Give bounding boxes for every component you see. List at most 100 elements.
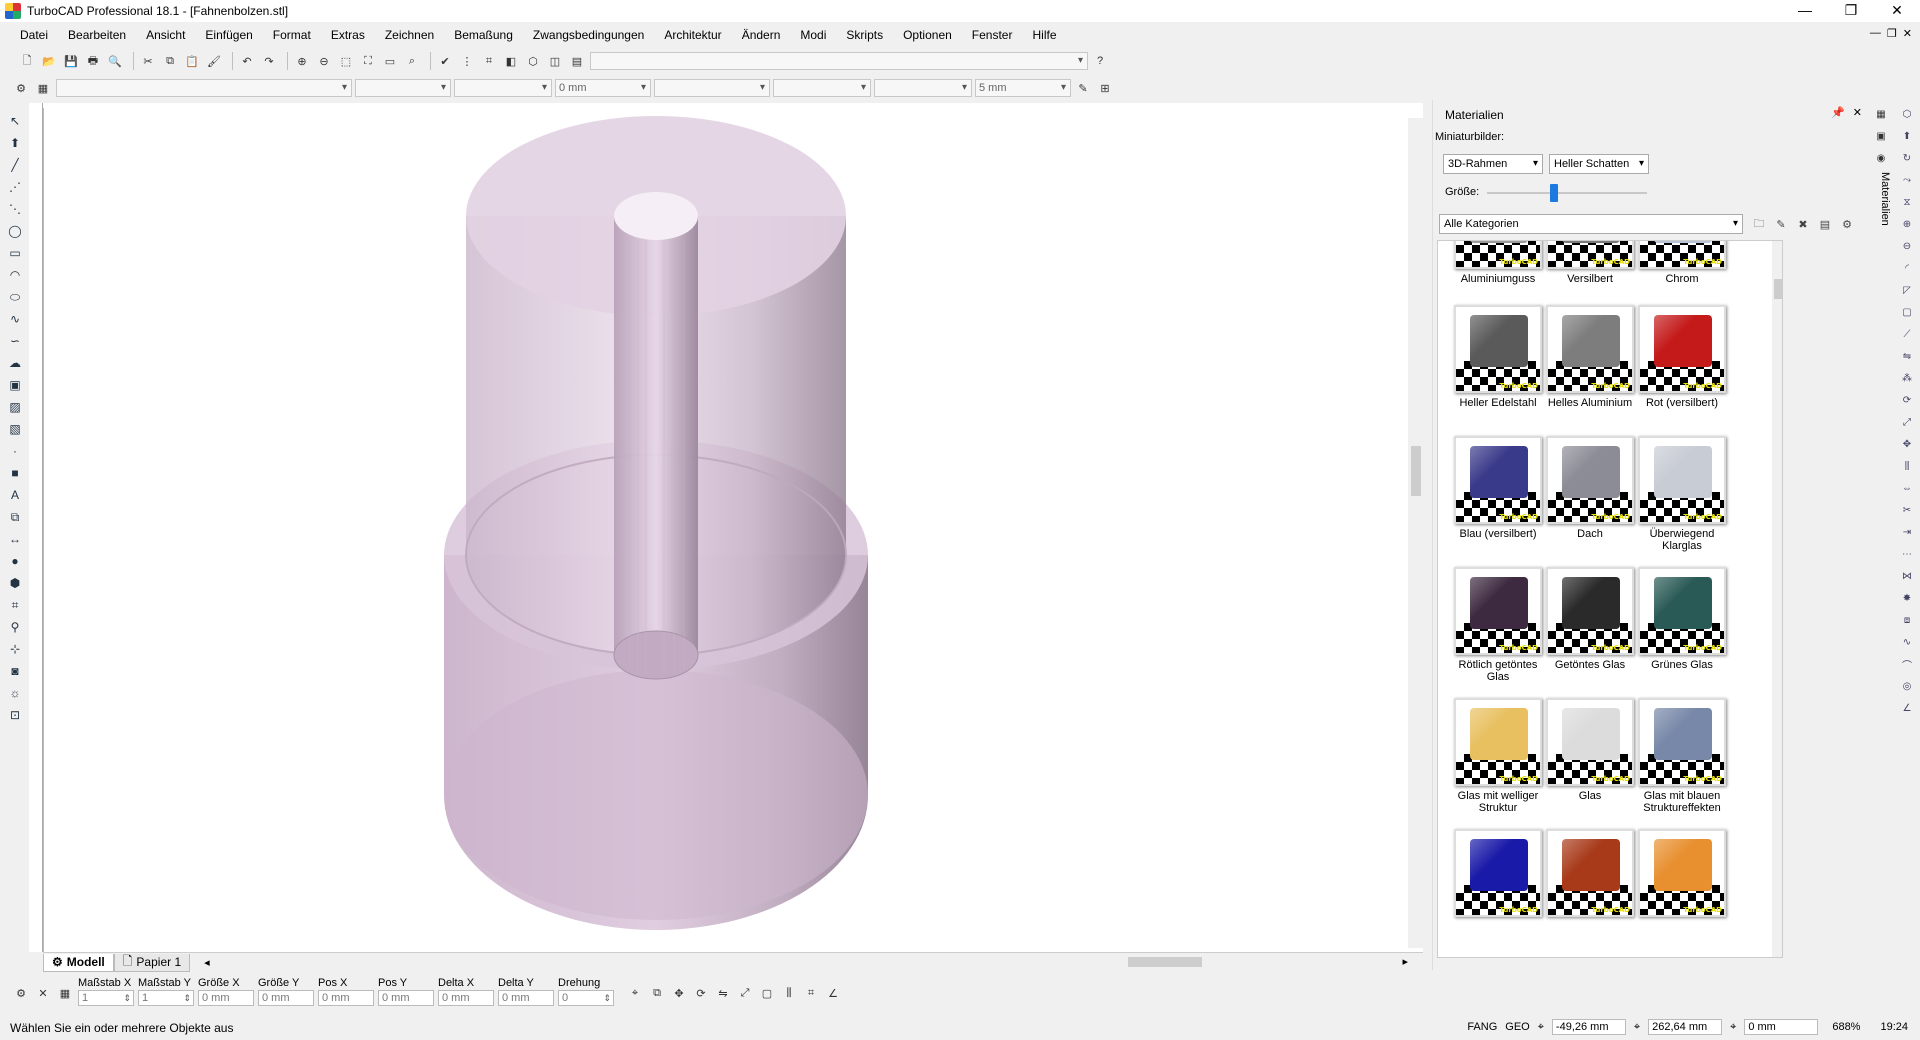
menu-zwangsbedingungen[interactable]: Zwangsbedingungen: [523, 24, 654, 46]
move-icon[interactable]: ✥: [1899, 436, 1915, 452]
pattern-combo[interactable]: [654, 79, 770, 97]
delta-x-input[interactable]: 0 mm: [438, 990, 494, 1006]
render-mode-icon[interactable]: ◧: [502, 52, 520, 70]
insert-icon[interactable]: ⊹: [6, 640, 24, 658]
region-icon[interactable]: ▧: [6, 420, 24, 438]
pos-x-input[interactable]: 0 mm: [318, 990, 374, 1006]
trim-icon[interactable]: ✂: [1899, 502, 1915, 518]
align-icon[interactable]: ⫼: [1899, 458, 1915, 474]
offset-combo[interactable]: 0 mm: [555, 79, 651, 97]
zoom-in-icon[interactable]: ⊕: [293, 52, 311, 70]
material-item[interactable]: TurboCAD Rötlich getöntes Glas: [1446, 567, 1550, 683]
box-3d-icon[interactable]: ⬢: [6, 574, 24, 592]
move-mode-icon[interactable]: ✥: [670, 984, 688, 1002]
pin-panel-icon[interactable]: 📌: [1831, 106, 1845, 119]
mirror-icon[interactable]: ⇋: [1899, 348, 1915, 364]
arc-icon[interactable]: ◠: [6, 266, 24, 284]
line-icon[interactable]: ╱: [6, 156, 24, 174]
globe-icon[interactable]: ◎: [1899, 678, 1915, 694]
material-list-scrollbar[interactable]: [1772, 241, 1782, 957]
shell-icon[interactable]: ▢: [1899, 304, 1915, 320]
zoom-previous-icon[interactable]: ⌕: [403, 52, 421, 70]
zoom-out-icon[interactable]: ⊖: [315, 52, 333, 70]
material-view-icon[interactable]: ▤: [1817, 216, 1833, 232]
material-scroll-thumb[interactable]: [1774, 279, 1782, 299]
extrude-icon[interactable]: ⬆: [1899, 128, 1915, 144]
snap-mode-icon[interactable]: ⌗: [802, 984, 820, 1002]
boolean-subtract-icon[interactable]: ⊖: [1899, 238, 1915, 254]
material-item[interactable]: TurboCAD Helles Aluminium: [1538, 305, 1642, 409]
grid-icon[interactable]: ⋮: [458, 52, 476, 70]
material-item[interactable]: TurboCAD Blau (versilbert): [1446, 436, 1550, 540]
copy-mode-icon[interactable]: ⧉: [648, 984, 666, 1002]
canvas-vertical-scrollbar[interactable]: [1408, 118, 1424, 948]
material-item[interactable]: TurboCAD Getöntes Glas: [1538, 567, 1642, 671]
reference-point-icon[interactable]: ⌖: [626, 984, 644, 1002]
curve-edit-icon[interactable]: ∿: [1899, 634, 1915, 650]
mesh-icon[interactable]: ⌗: [6, 596, 24, 614]
material-item[interactable]: TurboCAD: [1446, 829, 1550, 921]
menu-bemassung[interactable]: Bemaßung: [444, 24, 523, 46]
menu-extras[interactable]: Extras: [321, 24, 375, 46]
light-icon[interactable]: ☼: [6, 684, 24, 702]
materials-vertical-tab[interactable]: Materialien: [1875, 172, 1891, 234]
spline-icon[interactable]: ∽: [6, 332, 24, 350]
material-item[interactable]: TurboCAD Heller Edelstahl: [1446, 305, 1550, 409]
box-mode-icon[interactable]: ▢: [758, 984, 776, 1002]
material-item[interactable]: TurboCAD: [1538, 829, 1642, 921]
snap-distance-combo[interactable]: 5 mm: [975, 79, 1071, 97]
transparency-combo[interactable]: [874, 79, 972, 97]
material-item[interactable]: TurboCAD Versilbert: [1538, 241, 1642, 285]
material-folder-icon[interactable]: 🗀: [1751, 216, 1767, 232]
extend-icon[interactable]: ⇥: [1899, 524, 1915, 540]
tab-papier-1[interactable]: 🗋 Papier 1: [113, 953, 191, 972]
material-item[interactable]: TurboCAD Rot (versilbert): [1630, 305, 1734, 409]
maximize-button[interactable]: ❐: [1828, 0, 1874, 22]
3d-box-icon[interactable]: ⬡: [1899, 106, 1915, 122]
menu-modi[interactable]: Modi: [790, 24, 836, 46]
menu-optionen[interactable]: Optionen: [893, 24, 962, 46]
print-icon[interactable]: 🖶: [84, 52, 102, 70]
revision-cloud-icon[interactable]: ☁: [6, 354, 24, 372]
menu-skripts[interactable]: Skripts: [836, 24, 893, 46]
loft-icon[interactable]: ⧖: [1899, 194, 1915, 210]
size-y-input[interactable]: 0 mm: [258, 990, 314, 1006]
mirror-mode-icon[interactable]: ⇋: [714, 984, 732, 1002]
save-icon[interactable]: 💾: [62, 52, 80, 70]
zoom-window-icon[interactable]: ⬚: [337, 52, 355, 70]
zoom-extents-icon[interactable]: ⛶: [359, 52, 377, 70]
multiline-icon[interactable]: ⋱: [6, 200, 24, 218]
dimension-icon[interactable]: ↔: [6, 530, 24, 548]
delta-y-input[interactable]: 0 mm: [498, 990, 554, 1006]
settings-gear-icon[interactable]: ⚙: [12, 79, 30, 97]
join-icon[interactable]: ⋈: [1899, 568, 1915, 584]
snap-toggle[interactable]: FANG: [1467, 1021, 1497, 1033]
symbol-icon[interactable]: ⧉: [6, 508, 24, 526]
materials-palette-icon[interactable]: ◉: [1873, 150, 1889, 166]
material-item[interactable]: TurboCAD Glas: [1538, 698, 1642, 802]
scroll-left-arrow-icon[interactable]: ◂: [204, 956, 210, 969]
menu-einfuegen[interactable]: Einfügen: [195, 24, 262, 46]
material-item[interactable]: TurboCAD Dach: [1538, 436, 1642, 540]
size-slider-thumb[interactable]: [1550, 184, 1559, 202]
material-item[interactable]: TurboCAD: [1630, 829, 1734, 921]
fillet-icon[interactable]: ◜: [1899, 260, 1915, 276]
close-button[interactable]: ✕: [1874, 0, 1920, 22]
measure-icon[interactable]: ⊡: [6, 706, 24, 724]
polyline-icon[interactable]: ⋰: [6, 178, 24, 196]
open-folder-icon[interactable]: 📂: [40, 52, 58, 70]
sphere-icon[interactable]: ●: [6, 552, 24, 570]
snap-icon[interactable]: ⌗: [480, 52, 498, 70]
color-combo[interactable]: [355, 79, 451, 97]
chamfer-icon[interactable]: ◸: [1899, 282, 1915, 298]
rotate-icon[interactable]: ⟳: [1899, 392, 1915, 408]
menu-format[interactable]: Format: [263, 24, 321, 46]
layer-manager-icon[interactable]: ⊞: [1096, 79, 1114, 97]
undo-icon[interactable]: ↶: [238, 52, 256, 70]
material-item[interactable]: TurboCAD Glas mit welliger Struktur: [1446, 698, 1550, 814]
align-mode-icon[interactable]: ⫼: [780, 984, 798, 1002]
block-icon[interactable]: ▣: [6, 376, 24, 394]
new-file-icon[interactable]: 🗋: [18, 52, 36, 70]
ellipse-icon[interactable]: ⬭: [6, 288, 24, 306]
size-slider-track[interactable]: [1487, 192, 1647, 194]
